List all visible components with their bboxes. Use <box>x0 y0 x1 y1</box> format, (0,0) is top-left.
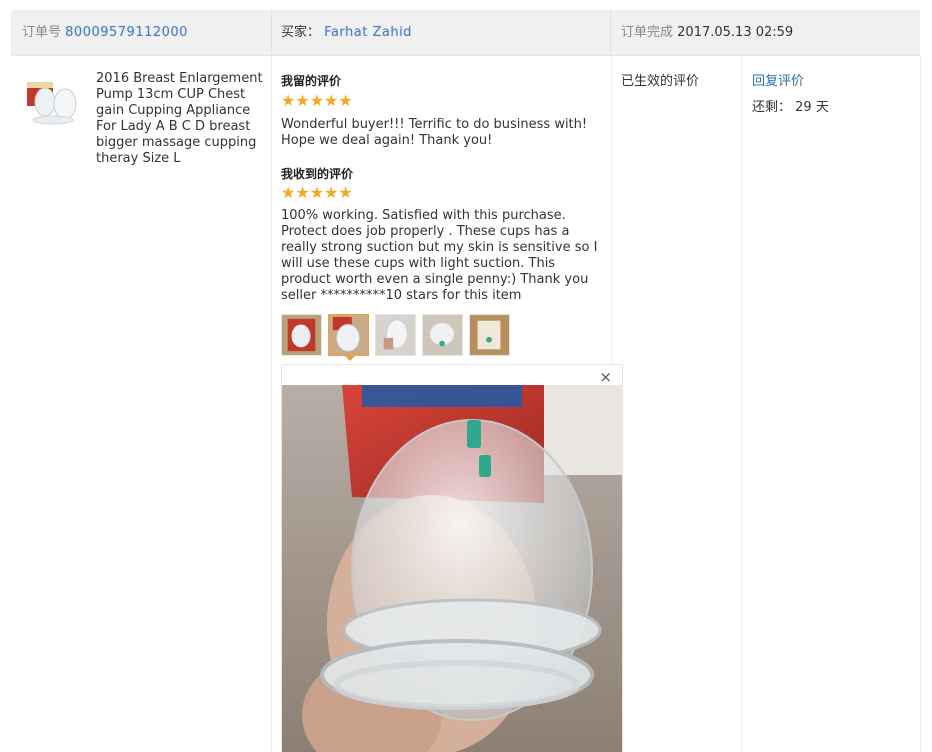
received-review-text: 100% working. Satisfied with this purcha… <box>281 208 598 303</box>
review-photo-thumb-4[interactable] <box>422 314 463 356</box>
column-divider <box>920 56 921 752</box>
my-review-text: Wonderful buyer!!! Terrific to do busine… <box>281 117 588 148</box>
review-photo-thumb-2[interactable] <box>328 314 369 356</box>
my-review-stars: ★★★★★ <box>281 91 353 110</box>
buyer-cell: 买家： Farhat Zahid <box>281 10 412 56</box>
review-photo-gallery <box>281 314 510 356</box>
received-review-stars: ★★★★★ <box>281 183 353 202</box>
enlarged-review-photo <box>282 385 622 752</box>
photo-preview-panel: × <box>281 364 623 752</box>
review-status: 已生效的评价 <box>621 74 700 89</box>
reply-review-link[interactable]: 回复评价 <box>752 70 804 89</box>
product-title-link[interactable]: 2016 Breast Enlargement Pump 13cm CUP Ch… <box>96 71 266 167</box>
order-number-value[interactable]: 80009579112000 <box>65 25 188 40</box>
remaining-days: 还剩： 29 天 <box>752 96 829 115</box>
column-divider <box>741 56 742 752</box>
header-divider <box>271 10 272 56</box>
header-divider <box>610 10 611 56</box>
completed-cell: 订单完成 2017.05.13 02:59 <box>621 10 793 56</box>
buyer-label: 买家： <box>281 25 321 40</box>
received-review-title: 我收到的评价 <box>281 167 354 181</box>
close-icon[interactable]: × <box>599 369 612 385</box>
selected-photo-caret <box>344 355 356 361</box>
completed-time: 2017.05.13 02:59 <box>677 25 794 40</box>
review-photo-thumb-3[interactable] <box>375 314 416 356</box>
order-number-cell: 订单号 80009579112000 <box>22 10 188 56</box>
review-photo-thumb-5[interactable] <box>469 314 510 356</box>
buyer-name-link[interactable]: Farhat Zahid <box>324 25 412 40</box>
review-photo-thumb-1[interactable] <box>281 314 322 356</box>
order-number-label: 订单号 <box>22 25 62 40</box>
product-thumbnail[interactable] <box>23 76 81 128</box>
remaining-days-label: 还剩： <box>752 100 792 115</box>
my-review-title: 我留的评价 <box>281 74 342 88</box>
completed-label: 订单完成 <box>621 25 674 40</box>
order-header: 订单号 80009579112000 买家： Farhat Zahid 订单完成… <box>11 10 920 56</box>
remaining-days-value: 29 天 <box>795 100 829 115</box>
column-divider <box>271 56 272 752</box>
